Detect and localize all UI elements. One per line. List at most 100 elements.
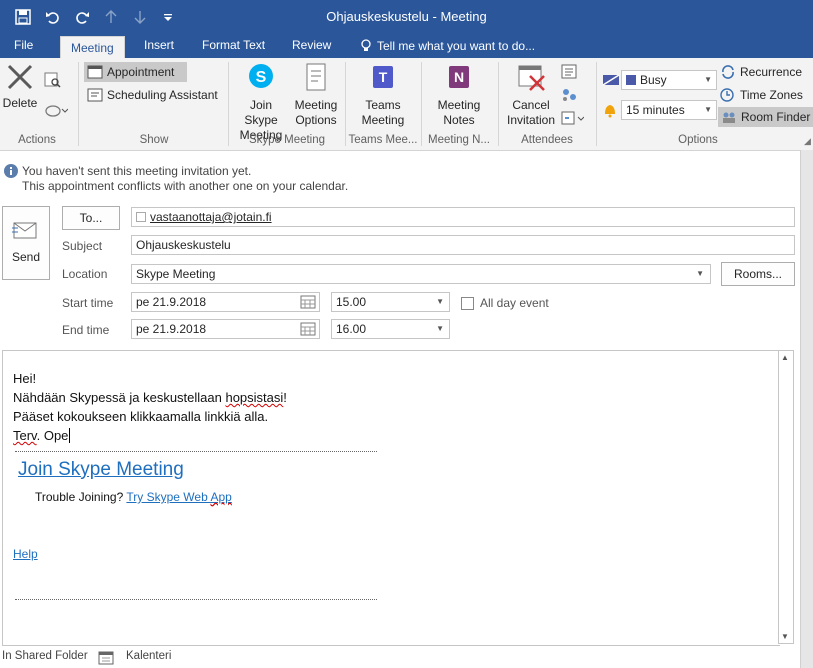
end-time-select[interactable]: 16.00 ▼ xyxy=(331,319,450,339)
body-line-2-text: Nähdään Skypessä ja keskustellaan xyxy=(13,390,226,405)
reminder-value: 15 minutes xyxy=(626,103,685,117)
delete-x-icon xyxy=(7,64,33,90)
divider-bottom xyxy=(15,599,377,600)
scroll-down-icon[interactable]: ▼ xyxy=(781,632,789,641)
cancel-line2: Invitation xyxy=(506,113,556,127)
checkbox-box[interactable] xyxy=(461,296,474,310)
delete-label: Delete xyxy=(2,96,38,110)
send-button[interactable]: Send xyxy=(2,206,50,280)
svg-text:N: N xyxy=(454,69,464,85)
lightbulb-icon xyxy=(361,39,371,51)
tell-me-box[interactable]: Tell me what you want to do... xyxy=(350,34,545,58)
tab-file[interactable]: File xyxy=(4,34,43,58)
location-field[interactable]: Skype Meeting ▼ xyxy=(131,264,711,284)
tell-me-text: Tell me what you want to do... xyxy=(377,39,536,53)
group-separator xyxy=(78,62,79,146)
globe-clock-icon xyxy=(720,88,734,102)
time-zones-button[interactable]: Time Zones xyxy=(720,85,803,105)
calendar-picker-icon[interactable] xyxy=(300,322,316,336)
check-names-button[interactable] xyxy=(560,85,578,105)
join-skype-meeting-button[interactable]: S Join Skype Meeting xyxy=(232,62,290,143)
svg-text:T: T xyxy=(379,69,388,85)
all-day-checkbox[interactable]: All day event xyxy=(461,296,549,310)
reminder-select[interactable]: 15 minutes ▼ xyxy=(621,100,717,120)
tab-insert[interactable]: Insert xyxy=(134,34,184,58)
end-time-value: 16.00 xyxy=(336,322,367,336)
meeting-notes-button[interactable]: N Meeting Notes xyxy=(428,62,490,128)
teams-line2: Meeting xyxy=(361,113,405,127)
subject-field[interactable]: Ohjauskeskustelu xyxy=(131,235,795,255)
options-dialog-launcher-icon[interactable]: ◢ xyxy=(804,136,811,147)
body-line-2-end: ! xyxy=(283,390,287,405)
delete-button[interactable]: Delete xyxy=(2,62,38,111)
to-field[interactable]: vastaanottaja@jotain.fi xyxy=(131,207,795,227)
scroll-up-icon[interactable]: ▲ xyxy=(781,353,789,362)
appointment-icon xyxy=(87,65,103,79)
shared-folder-text: In Shared Folder xyxy=(2,650,88,662)
meeting-options-icon xyxy=(306,63,326,91)
title-bar: Ohjauskeskustelu - Meeting xyxy=(0,0,813,34)
tab-review[interactable]: Review xyxy=(282,34,341,58)
meeting-options-button[interactable]: Meeting Options xyxy=(290,62,342,128)
cancel-calendar-icon xyxy=(518,65,545,91)
scheduling-assistant-button[interactable]: Scheduling Assistant xyxy=(87,85,218,105)
appointment-label: Appointment xyxy=(107,65,175,79)
body-line-4-text: . Ope xyxy=(36,428,69,443)
show-as-select[interactable]: Busy ▼ xyxy=(621,70,717,90)
divider-top xyxy=(15,451,377,452)
info-line-unsent: You haven't sent this meeting invitation… xyxy=(22,164,252,178)
tab-format-text[interactable]: Format Text xyxy=(192,34,275,58)
more-actions-button[interactable] xyxy=(44,100,68,120)
end-date-value: pe 21.9.2018 xyxy=(136,322,207,336)
recurrence-icon xyxy=(722,65,734,79)
send-label: Send xyxy=(11,250,41,264)
skype-web-app-link[interactable]: Try Skype Web App xyxy=(126,490,231,504)
rooms-button[interactable]: Rooms... xyxy=(721,262,795,286)
cancel-line1: Cancel xyxy=(512,98,550,112)
chevron-down-icon: ▼ xyxy=(704,105,712,114)
appointment-button[interactable]: Appointment xyxy=(84,62,187,82)
join-skype-line1: Join Skype xyxy=(244,98,278,127)
room-finder-icon xyxy=(723,112,735,123)
svg-text:S: S xyxy=(256,69,267,86)
room-finder-button[interactable]: Room Finder xyxy=(718,107,813,127)
status-bar: In Shared Folder Kalenteri xyxy=(0,646,813,668)
address-book-button[interactable] xyxy=(560,62,578,82)
search-message-icon xyxy=(44,72,61,88)
to-button[interactable]: To... xyxy=(62,206,120,230)
body-misspelled-word: Terv xyxy=(13,428,37,443)
help-link[interactable]: Help xyxy=(13,547,38,561)
right-edge-panel xyxy=(800,150,813,668)
send-envelope-icon xyxy=(12,222,37,239)
time-zones-label: Time Zones xyxy=(740,88,803,102)
info-icon xyxy=(4,164,18,178)
text-cursor xyxy=(69,428,71,443)
teams-meeting-button[interactable]: T Teams Meeting xyxy=(350,62,416,128)
scheduling-label: Scheduling Assistant xyxy=(107,88,218,102)
body-line-4: Terv. Ope xyxy=(13,426,287,445)
group-separator xyxy=(228,62,229,146)
group-separator xyxy=(498,62,499,146)
start-time-label: Start time xyxy=(62,296,114,310)
teams-icon: T xyxy=(373,66,393,88)
response-options-icon xyxy=(561,111,584,125)
group-label-show: Show xyxy=(139,134,169,146)
info-line-conflict: This appointment conflicts with another … xyxy=(22,179,349,193)
chevron-down-icon[interactable]: ▼ xyxy=(696,265,704,283)
start-time-select[interactable]: 15.00 ▼ xyxy=(331,292,450,312)
tab-meeting[interactable]: Meeting xyxy=(60,36,125,59)
chevron-down-icon: ▼ xyxy=(436,297,444,306)
message-body[interactable]: Hei! Nähdään Skypessä ja keskustellaan h… xyxy=(2,350,780,646)
end-date-field[interactable]: pe 21.9.2018 xyxy=(131,319,320,339)
start-date-field[interactable]: pe 21.9.2018 xyxy=(131,292,320,312)
recurrence-button[interactable]: Recurrence xyxy=(720,62,802,82)
notes-line1: Meeting xyxy=(437,98,481,112)
body-scrollbar[interactable]: ▲ ▼ xyxy=(778,350,794,644)
calendar-picker-icon[interactable] xyxy=(300,295,316,309)
cancel-invitation-button[interactable]: Cancel Invitation xyxy=(504,62,558,128)
join-skype-meeting-link[interactable]: Join Skype Meeting xyxy=(18,459,184,481)
response-options-button[interactable] xyxy=(560,108,584,128)
body-line-2: Nähdään Skypessä ja keskustellaan hopsis… xyxy=(13,388,287,407)
reply-view-button[interactable] xyxy=(44,70,62,90)
web-app-link-misspelled: App xyxy=(210,490,232,504)
